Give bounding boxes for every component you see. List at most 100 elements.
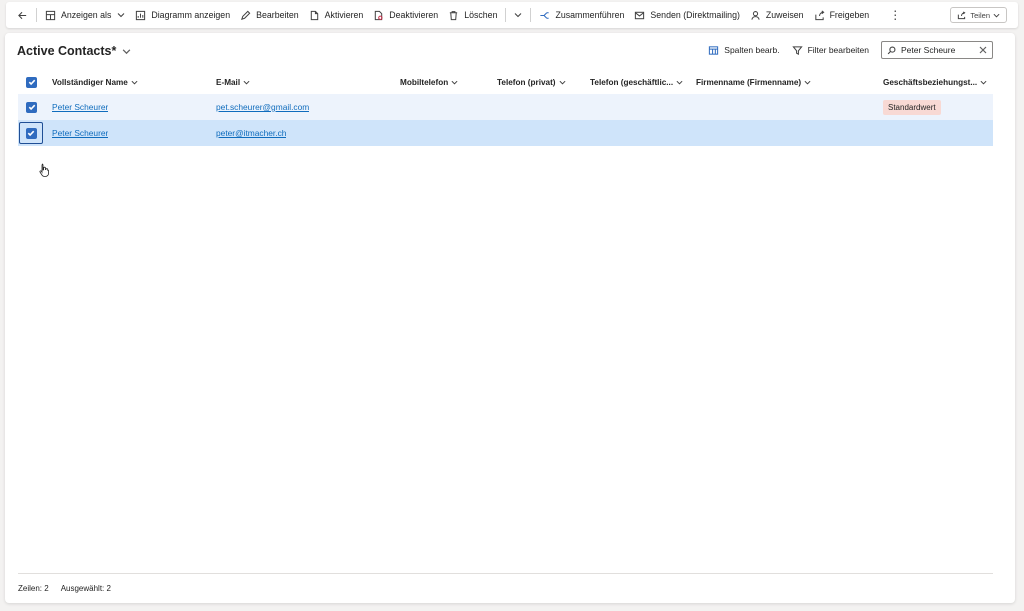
mail-icon [635,11,645,19]
more-commands-button[interactable]: ⋮ [881,4,909,26]
column-header-relationship-type[interactable]: Geschäftsbeziehungst... [883,70,987,94]
arrow-left-icon [18,11,27,19]
show-chart-label: Diagramm anzeigen [151,10,231,20]
activate-label: Aktivieren [324,10,364,20]
column-header-label: Geschäftsbeziehungst... [883,77,978,87]
chevron-down-icon [117,13,125,18]
contact-email-link[interactable]: peter@itmacher.ch [216,128,286,138]
pencil-icon [241,10,251,20]
grid-panel: Active Contacts* Spalten bearb. Filter b… [5,33,1015,603]
column-header-label: Telefon (privat) [497,77,556,87]
hand-pointer-icon [39,163,49,177]
search-input[interactable]: Peter Scheure [881,41,993,59]
divider [505,8,507,22]
share-button-label: Teilen [970,10,990,20]
contact-name-link[interactable]: Peter Scheurer [52,102,108,112]
chevron-down-icon [451,80,458,85]
merge-button[interactable]: Zusammenführen [534,4,629,26]
grid-footer: Zeilen: 2 Ausgewählt: 2 [18,584,123,593]
person-icon [751,10,760,20]
edit-label: Bearbeiten [256,10,299,20]
share-button[interactable]: Teilen [950,7,1007,23]
share-command-button[interactable]: Freigeben [809,4,875,26]
checkmark-icon [28,104,35,111]
column-header-phone-private[interactable]: Telefon (privat) [497,70,566,94]
show-as-label: Anzeigen als [61,10,112,20]
divider [530,8,532,22]
document-icon [310,10,318,20]
merge-icon [540,11,550,19]
table-row[interactable]: Peter Scheurer peter@itmacher.ch [18,120,993,177]
chevron-down-icon [980,80,987,85]
column-header-mobile[interactable]: Mobiltelefon [400,70,458,94]
checkmark-icon [27,130,35,137]
delete-button[interactable]: Löschen [443,4,502,26]
show-chart-button[interactable]: Diagramm anzeigen [130,4,235,26]
edit-button[interactable]: Bearbeiten [235,4,304,26]
trash-icon [450,10,458,20]
deactivate-button[interactable]: Deaktivieren [368,4,443,26]
checkmark-icon [28,79,35,86]
chevron-down-icon [804,80,811,85]
edit-columns-button[interactable]: Spalten bearb. [708,45,780,56]
send-direct-mail-button[interactable]: Senden (Direktmailing) [629,4,744,26]
row-count: Zeilen: 2 [18,584,49,593]
contacts-grid: Vollständiger Name E-Mail Mobiltelefon T… [18,70,993,177]
assign-button[interactable]: Zuweisen [745,4,809,26]
search-icon [887,46,896,54]
chevron-down-icon [559,80,566,85]
merge-label: Zusammenführen [555,10,625,20]
divider [36,8,37,22]
contact-name-link[interactable]: Peter Scheurer [52,128,108,138]
chevron-down-icon [131,80,138,85]
filter-icon [791,45,803,55]
search-value: Peter Scheure [901,45,956,55]
command-bar: Anzeigen als Diagramm anzeigen Bearbeite… [6,2,1018,28]
send-direct-mail-label: Senden (Direktmailing) [650,10,740,20]
chart-icon [136,10,146,20]
edit-columns-label: Spalten bearb. [724,45,780,55]
document-deactivate-icon [375,10,383,20]
column-header-label: Vollständiger Name [52,77,128,87]
column-header-label: Firmenname (Firmenname) [696,77,802,87]
column-header-label: Telefon (geschäftlic... [590,77,674,87]
view-title: Active Contacts* [17,44,117,58]
view-selector[interactable]: Active Contacts* [17,44,131,58]
column-header-company[interactable]: Firmenname (Firmenname) [696,70,811,94]
share-icon [814,10,825,20]
column-header-full-name[interactable]: Vollständiger Name [52,70,138,94]
close-icon[interactable] [979,46,987,54]
footer-divider [18,573,993,574]
back-button[interactable] [12,4,33,26]
contact-email-link[interactable]: pet.scheurer@gmail.com [216,102,309,112]
activate-button[interactable]: Aktivieren [304,4,369,26]
edit-filters-button[interactable]: Filter bearbeiten [791,45,869,56]
selected-count: Ausgewählt: 2 [60,584,111,593]
row-checkbox[interactable] [26,94,37,120]
table-row[interactable]: Peter Scheurer pet.scheurer@gmail.com St… [18,94,993,120]
deactivate-label: Deaktivieren [389,10,439,20]
column-header-email[interactable]: E-Mail [216,70,250,94]
show-as-button[interactable]: Anzeigen als [40,4,130,26]
select-all-checkbox[interactable] [26,70,37,94]
chevron-down-icon [123,48,131,54]
layout-icon [45,10,56,20]
column-header-label: E-Mail [216,77,241,87]
delete-label: Löschen [464,10,498,20]
share-box-icon [958,10,966,19]
columns-icon [709,45,719,55]
column-header-phone-business[interactable]: Telefon (geschäftlic... [590,70,683,94]
chevron-down-icon [243,80,250,85]
chevron-down-icon [676,80,683,85]
grid-header: Vollständiger Name E-Mail Mobiltelefon T… [18,70,993,94]
share-command-label: Freigeben [829,10,870,20]
view-toolbar: Spalten bearb. Filter bearbeiten Peter S… [708,41,993,59]
chevron-down-icon [993,13,1000,17]
more-options-dropdown[interactable] [509,4,527,26]
more-icon: ⋮ [889,8,902,22]
row-checkbox[interactable] [19,120,43,146]
edit-filters-label: Filter bearbeiten [807,45,869,55]
column-header-label: Mobiltelefon [400,77,449,87]
assign-label: Zuweisen [765,10,804,20]
